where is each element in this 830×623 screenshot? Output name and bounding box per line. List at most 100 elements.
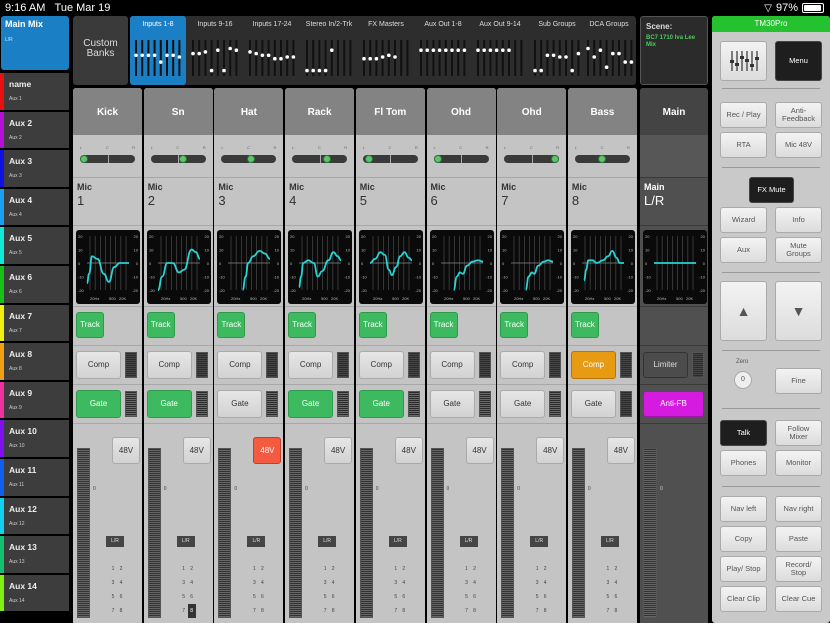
- pan-knob[interactable]: [433, 155, 442, 163]
- bank-tab[interactable]: DCA Groups: [582, 16, 636, 85]
- channel-fader[interactable]: [218, 448, 232, 618]
- bus-assign-button[interactable]: 2: [471, 562, 479, 576]
- limiter-button[interactable]: Limiter: [643, 352, 688, 378]
- lr-assign-button[interactable]: L/R: [388, 536, 407, 547]
- fine-button[interactable]: Fine: [775, 368, 822, 394]
- channel-name[interactable]: Kick: [73, 88, 142, 135]
- bus-assign-button[interactable]: 1: [463, 562, 471, 576]
- talk-button[interactable]: Talk: [720, 420, 767, 446]
- phantom-48v-button[interactable]: 48V: [394, 437, 423, 464]
- bus-assign-button[interactable]: 4: [541, 576, 549, 590]
- clear-cue-button[interactable]: Clear Cue: [775, 586, 822, 612]
- channel-source[interactable]: Mic 4: [285, 178, 355, 226]
- bus-assign-button[interactable]: 3: [250, 576, 258, 590]
- lr-assign-button[interactable]: L/R: [459, 536, 478, 547]
- aux-mix-item[interactable]: Aux 7 Aux 7: [0, 304, 69, 344]
- comp-button[interactable]: Comp: [429, 351, 475, 379]
- pan-knob[interactable]: [598, 155, 607, 163]
- lr-assign-button[interactable]: L/R: [530, 536, 549, 547]
- bus-assign-button[interactable]: 7: [321, 604, 329, 618]
- channel-fader[interactable]: [289, 448, 303, 618]
- pan-slider[interactable]: [80, 155, 135, 163]
- follow-mixer-button[interactable]: Follow Mixer: [775, 420, 822, 446]
- channel-fader[interactable]: [77, 448, 90, 618]
- copy-button[interactable]: Copy: [720, 526, 767, 552]
- info-button[interactable]: Info: [775, 207, 822, 233]
- bus-assign-button[interactable]: 7: [392, 604, 400, 618]
- bus-assign-button[interactable]: 3: [463, 576, 471, 590]
- comp-button[interactable]: Comp: [570, 351, 616, 379]
- bus-assign-button[interactable]: 7: [604, 604, 612, 618]
- comp-button[interactable]: Comp: [76, 351, 121, 379]
- pan-knob[interactable]: [365, 155, 374, 163]
- channel-name[interactable]: Ohd: [497, 88, 567, 135]
- channel-name[interactable]: Rack: [285, 88, 355, 135]
- eq-graph[interactable]: 20 20 10 10 0 0 -10 -10 -20 -20 20Hz 500 20K: [73, 226, 142, 307]
- anti-feedback-button[interactable]: Anti-Feedback: [775, 102, 822, 128]
- phantom-48v-button[interactable]: 48V: [536, 437, 565, 464]
- bus-assign-button[interactable]: 8: [258, 604, 266, 618]
- track-button[interactable]: Track: [358, 312, 387, 338]
- aux-mix-item[interactable]: Aux 2 Aux 2: [0, 111, 69, 151]
- comp-button[interactable]: Comp: [358, 351, 404, 379]
- bank-tab[interactable]: Sub Groups: [529, 16, 585, 85]
- zero-button[interactable]: 0: [734, 371, 752, 389]
- channel-fader[interactable]: [430, 448, 444, 618]
- bank-tab[interactable]: Aux Out 1-8: [415, 16, 471, 85]
- bus-assign-button[interactable]: 5: [533, 590, 541, 604]
- pan-knob[interactable]: [247, 155, 256, 163]
- eq-graph[interactable]: 20 20 10 10 0 0 -10 -10 -20 -20 20Hz 500 20K: [355, 226, 425, 307]
- track-button[interactable]: Track: [76, 312, 104, 338]
- channel-fader[interactable]: [359, 448, 373, 618]
- bus-assign-button[interactable]: 4: [117, 576, 125, 590]
- eq-graph[interactable]: 20 20 10 10 0 0 -10 -10 -20 -20 20Hz 500 20K: [567, 226, 637, 307]
- bus-assign-button[interactable]: 1: [533, 562, 541, 576]
- gate-button[interactable]: Gate: [429, 390, 475, 418]
- eq-graph[interactable]: 20 20 10 10 0 0 -10 -10 -20 -20 20Hz 500 20K: [285, 226, 355, 307]
- bus-assign-button[interactable]: 3: [321, 576, 329, 590]
- bus-assign-button[interactable]: 5: [180, 590, 188, 604]
- bus-assign-button[interactable]: 4: [471, 576, 479, 590]
- anti-fb-button[interactable]: Anti-FB: [643, 391, 704, 417]
- pan-slider[interactable]: [150, 155, 206, 163]
- main-mix-button[interactable]: Main Mix L/R: [1, 16, 69, 70]
- bus-assign-button[interactable]: 6: [612, 590, 620, 604]
- bus-assign-button[interactable]: 6: [258, 590, 266, 604]
- lr-assign-button[interactable]: L/R: [176, 536, 195, 547]
- channel-source[interactable]: Mic 2: [143, 178, 213, 226]
- phantom-48v-button[interactable]: 48V: [182, 437, 211, 464]
- channel-fader[interactable]: [571, 448, 585, 618]
- bus-assign-button[interactable]: 2: [400, 562, 408, 576]
- bus-assign-button[interactable]: 5: [604, 590, 612, 604]
- bus-assign-button[interactable]: 4: [612, 576, 620, 590]
- clear-clip-button[interactable]: Clear Clip: [720, 586, 767, 612]
- bus-assign-button[interactable]: 1: [604, 562, 612, 576]
- track-button[interactable]: Track: [146, 312, 175, 338]
- bank-tab[interactable]: Inputs 9-16: [187, 16, 243, 85]
- bus-assign-button[interactable]: 4: [188, 576, 196, 590]
- eq-graph[interactable]: 20 20 10 10 0 0 -10 -10 -20 -20 20Hz 500 20K: [143, 226, 213, 307]
- bus-assign-button[interactable]: 2: [329, 562, 337, 576]
- menu-button[interactable]: Menu: [775, 41, 822, 81]
- channel-fader[interactable]: [501, 448, 515, 618]
- bank-tab[interactable]: Aux Out 9-14: [472, 16, 528, 85]
- bus-assign-button[interactable]: 6: [400, 590, 408, 604]
- bus-assign-button[interactable]: 8: [400, 604, 408, 618]
- aux-mix-item[interactable]: Aux 13 Aux 13: [0, 536, 69, 575]
- channel-source[interactable]: Mic 5: [355, 178, 425, 226]
- down-arrow-button[interactable]: ▼: [775, 281, 822, 341]
- phantom-48v-button[interactable]: 48V: [465, 437, 494, 464]
- track-button[interactable]: Track: [570, 312, 599, 338]
- channel-name[interactable]: Ohd: [426, 88, 496, 135]
- phantom-48v-button[interactable]: 48V: [253, 437, 282, 464]
- pan-slider[interactable]: [221, 155, 277, 163]
- channel-name[interactable]: Hat: [214, 88, 284, 135]
- channel-name-main[interactable]: Main: [640, 88, 708, 135]
- bus-assign-button[interactable]: 1: [321, 562, 329, 576]
- lr-assign-button[interactable]: L/R: [247, 536, 266, 547]
- comp-button[interactable]: Comp: [217, 351, 263, 379]
- bus-assign-button[interactable]: 3: [604, 576, 612, 590]
- bus-assign-button[interactable]: 3: [109, 576, 117, 590]
- gate-button[interactable]: Gate: [146, 390, 192, 418]
- bus-assign-button[interactable]: 4: [400, 576, 408, 590]
